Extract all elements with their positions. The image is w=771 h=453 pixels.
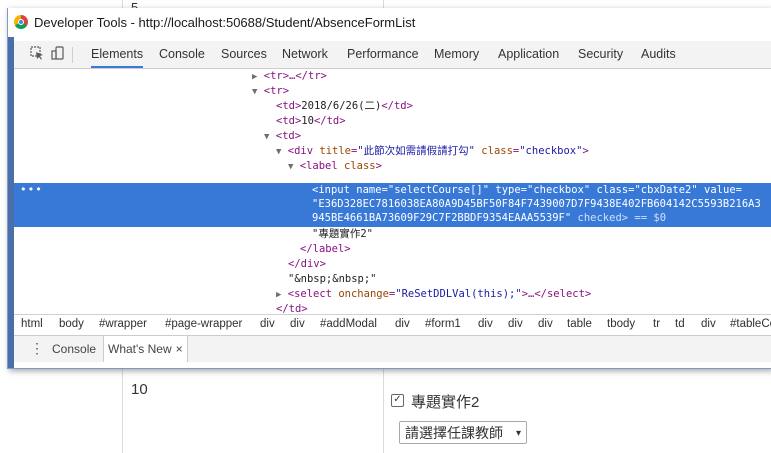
crumb-div[interactable]: div xyxy=(260,318,275,330)
tab-console[interactable]: Console xyxy=(159,41,205,67)
course-checkbox[interactable]: ✓ xyxy=(391,394,404,407)
crumb-div[interactable]: div xyxy=(395,318,410,330)
expand-triangle-icon[interactable]: ▶ xyxy=(252,72,257,82)
teacher-select-value: 請選擇任課教師 xyxy=(405,425,503,441)
crumb-html[interactable]: html xyxy=(21,318,43,330)
devtools-tabbar: Elements Console Sources Network Perform… xyxy=(14,41,771,69)
device-toggle-icon[interactable] xyxy=(50,46,66,62)
drawer-tabbar: ⋮ Console What's New × xyxy=(14,335,771,362)
dom-node-tr[interactable]: ▼ <tr> xyxy=(252,84,289,99)
window-titlebar[interactable]: Developer Tools - http://localhost:50688… xyxy=(8,8,771,37)
crumb-tbody[interactable]: tbody xyxy=(607,318,635,330)
chevron-down-icon: ▾ xyxy=(515,428,521,439)
selected-line-3: 945BE4661BA73609F29C7F2BBDF9354EAAA5539F… xyxy=(312,212,667,224)
course-checkbox-label[interactable]: 專題實作2 xyxy=(411,391,479,412)
tab-audits[interactable]: Audits xyxy=(641,41,676,67)
crumb-form1[interactable]: #form1 xyxy=(425,318,461,330)
crumb-div[interactable]: div xyxy=(478,318,493,330)
close-icon[interactable]: × xyxy=(176,342,183,356)
dom-node-select[interactable]: ▶ <select onchange="ReSetDDLVal(this);">… xyxy=(276,287,591,302)
crumb-div[interactable]: div xyxy=(538,318,553,330)
dom-node-td-period[interactable]: <td>10</td> xyxy=(276,114,346,129)
crumb-body[interactable]: body xyxy=(59,318,84,330)
drawer-tab-whats-new[interactable]: What's New × xyxy=(103,336,188,362)
crumb-div[interactable]: div xyxy=(508,318,523,330)
dom-node-td-date[interactable]: <td>2018/6/26(二)</td> xyxy=(276,99,413,114)
row-period-number: 10 xyxy=(131,381,148,398)
tab-sources[interactable]: Sources xyxy=(221,41,267,67)
more-vertical-icon[interactable]: ⋮ xyxy=(30,341,44,355)
dom-node-input-selected[interactable]: ••• <input name="selectCourse[]" type="c… xyxy=(14,183,771,227)
teacher-select[interactable]: 請選擇任課教師 ▾ xyxy=(399,421,527,444)
tab-elements[interactable]: Elements xyxy=(91,41,144,68)
elements-dom-tree: ▶ <tr>…</tr> ▼ <tr> <td>2018/6/26(二)</td… xyxy=(14,69,771,314)
dom-node-div-checkbox[interactable]: ▼ <div title="此節次如需請假請打勾" class="checkbo… xyxy=(276,144,589,159)
crumb-page-wrapper[interactable]: #page-wrapper xyxy=(165,318,242,330)
crumb-div[interactable]: div xyxy=(290,318,305,330)
inspect-icon[interactable] xyxy=(29,46,45,62)
selected-line-2: "E36D328EC7816038EA80A9D45BF50F84F743900… xyxy=(312,198,761,210)
window-title: Developer Tools - http://localhost:50688… xyxy=(34,15,416,30)
crumb-div[interactable]: div xyxy=(701,318,716,330)
drawer-tab-console[interactable]: Console xyxy=(52,336,96,362)
chrome-icon xyxy=(14,15,28,29)
dom-text-node[interactable]: "專題實作2" xyxy=(312,227,373,242)
crumb-table[interactable]: table xyxy=(567,318,592,330)
collapse-triangle-icon[interactable]: ▼ xyxy=(276,147,281,157)
selected-line-1: <input name="selectCourse[]" type="check… xyxy=(312,184,742,196)
crumb-td[interactable]: td xyxy=(675,318,685,330)
crumb-wrapper[interactable]: #wrapper xyxy=(99,318,147,330)
devtools-window: Developer Tools - http://localhost:50688… xyxy=(7,8,771,369)
dom-text-nbsp[interactable]: "&nbsp;&nbsp;" xyxy=(288,272,377,287)
dom-node-div-close[interactable]: </div> xyxy=(288,257,326,272)
crumb-tablecol[interactable]: #tableCo xyxy=(730,318,771,330)
dom-node-tr-collapsed[interactable]: ▶ <tr>…</tr> xyxy=(252,69,327,84)
dom-node-td-close[interactable]: </td> xyxy=(276,302,308,314)
tab-network[interactable]: Network xyxy=(282,41,328,67)
breadcrumb: html body #wrapper #page-wrapper div div… xyxy=(14,314,771,335)
collapse-triangle-icon[interactable]: ▼ xyxy=(252,87,257,97)
tab-security[interactable]: Security xyxy=(578,41,623,67)
crumb-tr[interactable]: tr xyxy=(653,318,660,330)
collapse-triangle-icon[interactable]: ▼ xyxy=(264,132,269,142)
tab-memory[interactable]: Memory xyxy=(434,41,479,67)
crumb-addmodal[interactable]: #addModal xyxy=(320,318,377,330)
dom-node-label[interactable]: ▼ <label class> xyxy=(288,159,382,174)
dom-node-td[interactable]: ▼ <td> xyxy=(264,129,301,144)
expand-triangle-icon[interactable]: ▶ xyxy=(276,290,281,300)
toolbar-divider xyxy=(72,47,73,63)
tab-application[interactable]: Application xyxy=(498,41,559,67)
dom-node-label-close[interactable]: </label> xyxy=(300,242,351,257)
node-actions-icon[interactable]: ••• xyxy=(20,183,43,196)
collapse-triangle-icon[interactable]: ▼ xyxy=(288,162,293,172)
tab-performance[interactable]: Performance xyxy=(347,41,419,67)
